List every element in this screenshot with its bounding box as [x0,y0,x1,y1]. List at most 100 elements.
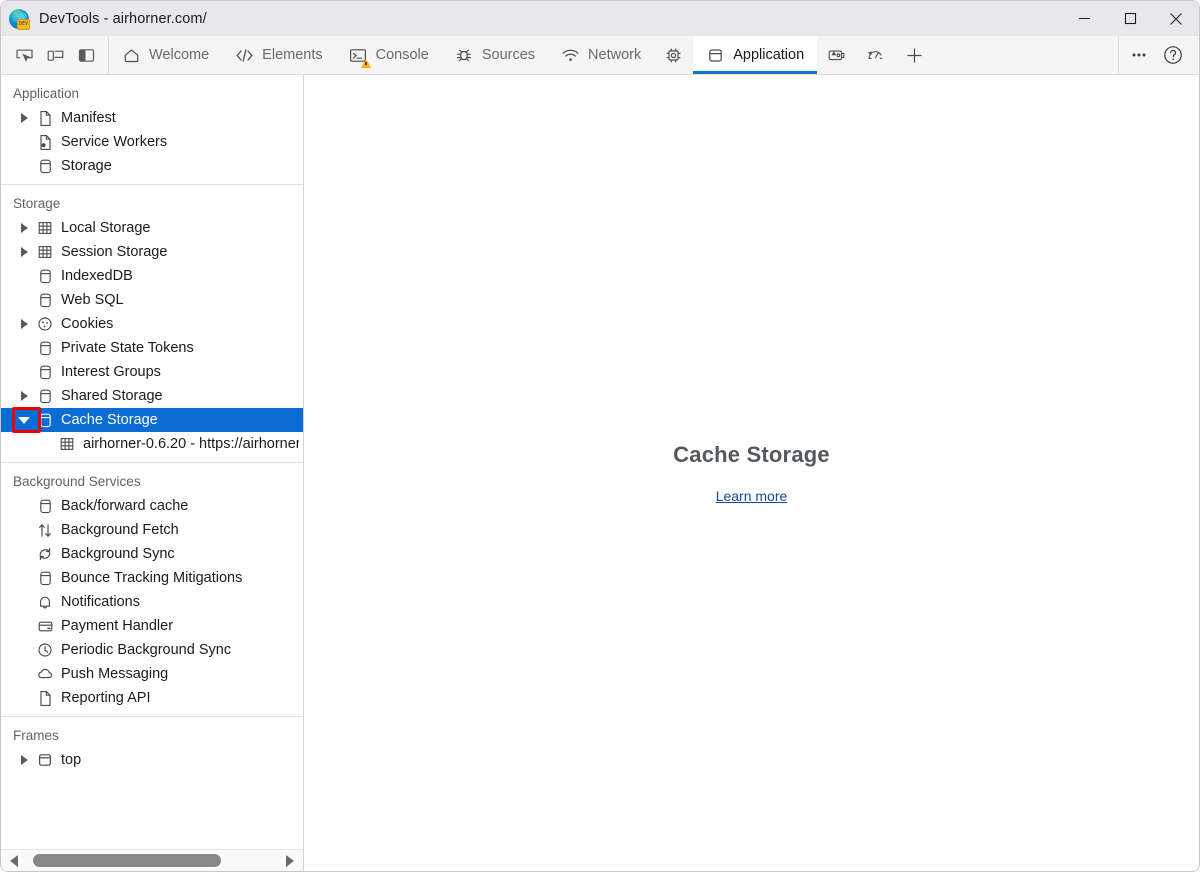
tab-elements[interactable]: Elements [222,36,335,74]
database-icon [35,410,55,430]
twisty-spacer [35,432,57,456]
tab-memory-inspector[interactable] [817,36,856,74]
sidebar-item-cache-entry[interactable]: airhorner-0.6.20 - https://airhorner. [1,432,303,456]
sidebar-item-cache-storage[interactable]: Cache Storage [1,408,303,432]
collapse-triangle-icon[interactable] [13,408,35,432]
console-warning-badge [361,59,371,68]
sidebar-item-interest-groups[interactable]: Interest Groups [1,360,303,384]
tab-performance[interactable] [654,36,693,74]
sidebar-item-service-workers[interactable]: Service Workers [1,130,303,154]
twisty-spacer [13,518,35,542]
tab-console[interactable]: Console [336,36,442,74]
sidebar-item-session-storage[interactable]: Session Storage [1,240,303,264]
sidebar-item-push-messaging[interactable]: Push Messaging [1,662,303,686]
table-grid-icon [57,434,77,454]
credit-card-icon [35,616,55,636]
tab-label: Sources [482,47,535,63]
sidebar-item-label: Cache Storage [61,412,158,428]
sidebar-item-label: Background Sync [61,546,175,562]
sidebar-item-cookies[interactable]: Cookies [1,312,303,336]
sync-circle-icon [35,544,55,564]
database-icon [35,290,55,310]
twisty-spacer [13,154,35,178]
service-worker-icon [35,132,55,152]
sidebar-item-storage[interactable]: Storage [1,154,303,178]
sidebar-item-label: top [61,752,81,768]
sidebar-item-background-sync[interactable]: Background Sync [1,542,303,566]
expand-triangle-icon[interactable] [13,312,35,336]
twisty-spacer [13,614,35,638]
sidebar-item-label: Periodic Background Sync [61,642,231,658]
sidebar-item-web-sql[interactable]: Web SQL [1,288,303,312]
minimize-button[interactable] [1061,1,1107,36]
sidebar-item-label: airhorner-0.6.20 - https://airhorner. [83,436,299,452]
dock-side-button[interactable] [71,40,102,70]
expand-triangle-icon[interactable] [13,240,35,264]
sidebar-item-periodic-background-sync[interactable]: Periodic Background Sync [1,638,303,662]
sidebar-item-label: Manifest [61,110,116,126]
tab-network[interactable]: Network [548,36,654,74]
device-emulation-button[interactable] [40,40,71,70]
main-content-panel: Cache Storage Learn more [304,75,1199,871]
more-tools-button[interactable] [1123,40,1155,70]
tab-label: Network [588,47,641,63]
table-grid-icon [35,242,55,262]
sidebar-item-local-storage[interactable]: Local Storage [1,216,303,240]
help-button[interactable] [1157,40,1189,70]
tab-network-conditions[interactable] [856,36,895,74]
sidebar-item-label: Storage [61,158,112,174]
scroll-left-arrow-icon[interactable] [5,855,23,867]
cookie-icon [35,314,55,334]
tab-application[interactable]: Application [693,36,817,74]
window-title: DevTools - airhorner.com/ [39,11,207,27]
sidebar-item-label: Push Messaging [61,666,168,682]
sidebar-item-bounce-tracking-mitigations[interactable]: Bounce Tracking Mitigations [1,566,303,590]
tab-label: Elements [262,47,322,63]
twisty-spacer [13,360,35,384]
devtools-logo-badge: DEV [17,19,30,30]
sidebar-item-manifest[interactable]: Manifest [1,106,303,130]
scrollbar-track[interactable] [27,854,277,867]
sidebar-item-payment-handler[interactable]: Payment Handler [1,614,303,638]
expand-triangle-icon[interactable] [13,216,35,240]
sidebar-section-storage: Storage Local Storage [1,185,303,463]
application-sidebar: Application Manifest [1,75,304,871]
sidebar-item-back-forward-cache[interactable]: Back/forward cache [1,494,303,518]
scrollbar-thumb[interactable] [33,854,221,867]
tab-welcome[interactable]: Welcome [109,36,222,74]
maximize-button[interactable] [1107,1,1153,36]
sidebar-item-private-state-tokens[interactable]: Private State Tokens [1,336,303,360]
sidebar-section-application: Application Manifest [1,75,303,185]
sidebar-item-shared-storage[interactable]: Shared Storage [1,384,303,408]
twisty-spacer [13,336,35,360]
section-title: Background Services [1,463,303,494]
arrows-up-down-icon [35,520,55,540]
bug-icon [455,46,474,65]
sidebar-item-reporting-api[interactable]: Reporting API [1,686,303,710]
sidebar-item-label: Web SQL [61,292,124,308]
learn-more-link[interactable]: Learn more [716,488,788,504]
sidebar-item-background-fetch[interactable]: Background Fetch [1,518,303,542]
database-icon [35,386,55,406]
section-title: Storage [1,185,303,216]
sidebar-item-label: Cookies [61,316,113,332]
title-bar: DEV DevTools - airhorner.com/ [1,1,1199,37]
database-icon [35,266,55,286]
sidebar-item-notifications[interactable]: Notifications [1,590,303,614]
tab-sources[interactable]: Sources [442,36,548,74]
section-title: Frames [1,717,303,748]
twisty-spacer [13,288,35,312]
sidebar-item-top-frame[interactable]: top [1,748,303,772]
expand-triangle-icon[interactable] [13,106,35,130]
section-title: Application [1,75,303,106]
sidebar-horizontal-scrollbar[interactable] [1,849,303,871]
scroll-right-arrow-icon[interactable] [281,855,299,867]
inspect-element-button[interactable] [9,40,40,70]
close-button[interactable] [1153,1,1199,36]
twisty-spacer [13,662,35,686]
tab-add-panel-button[interactable] [895,36,934,74]
expand-triangle-icon[interactable] [13,384,35,408]
bell-icon [35,592,55,612]
expand-triangle-icon[interactable] [13,748,35,772]
sidebar-item-indexeddb[interactable]: IndexedDB [1,264,303,288]
